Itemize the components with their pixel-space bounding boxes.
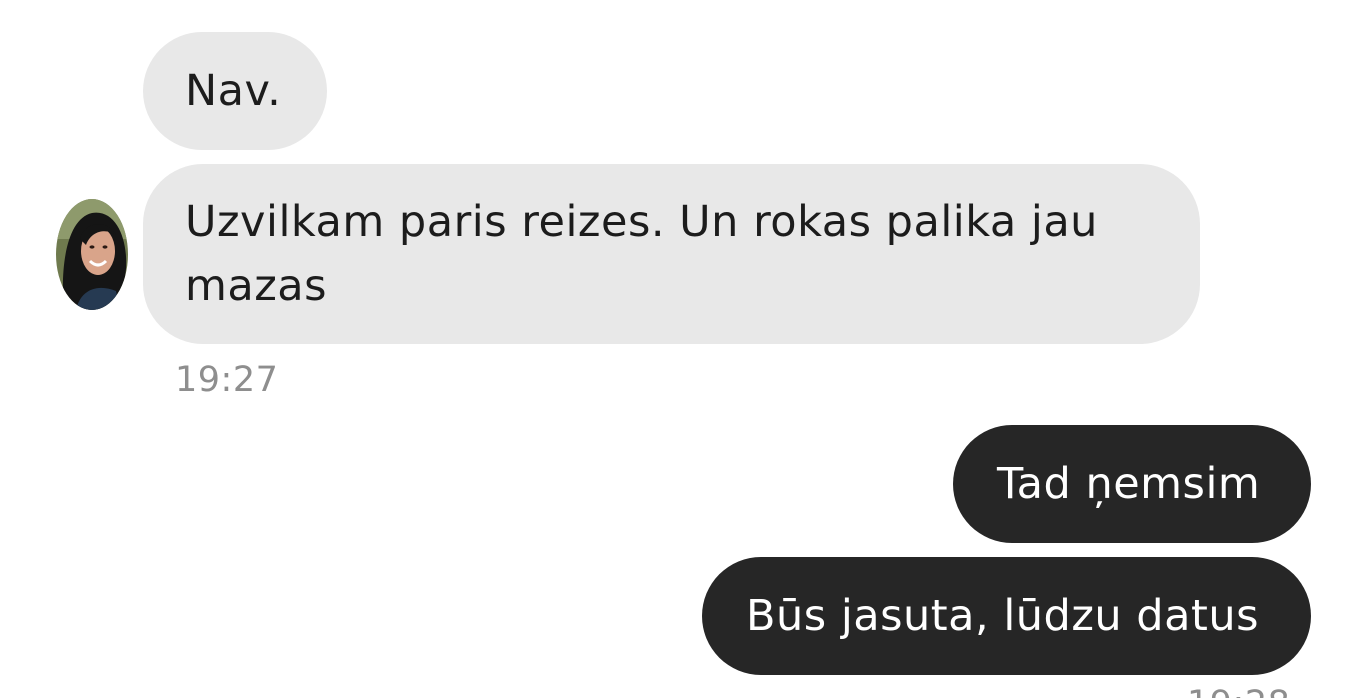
chat-thread: Nav. Uzvilkam paris reizes. Un rokas pal…	[0, 0, 1366, 698]
contact-avatar[interactable]	[56, 199, 128, 310]
incoming-message-bubble[interactable]: Uzvilkam paris reizes. Un rokas palika j…	[143, 164, 1200, 344]
outgoing-message-bubble[interactable]: Tad ņemsim	[953, 425, 1311, 543]
message-text: Tad ņemsim	[997, 459, 1261, 509]
message-text: Uzvilkam paris reizes. Un rokas palika j…	[185, 197, 1098, 311]
incoming-message-bubble[interactable]: Nav.	[143, 32, 327, 150]
message-text: Nav.	[185, 66, 282, 116]
message-text: Būs jasuta, lūdzu datus	[746, 591, 1259, 641]
message-timestamp: 19:28	[1187, 684, 1290, 698]
outgoing-message-bubble[interactable]: Būs jasuta, lūdzu datus	[702, 557, 1311, 675]
message-timestamp: 19:27	[175, 360, 279, 400]
avatar-photo-icon	[56, 199, 128, 310]
